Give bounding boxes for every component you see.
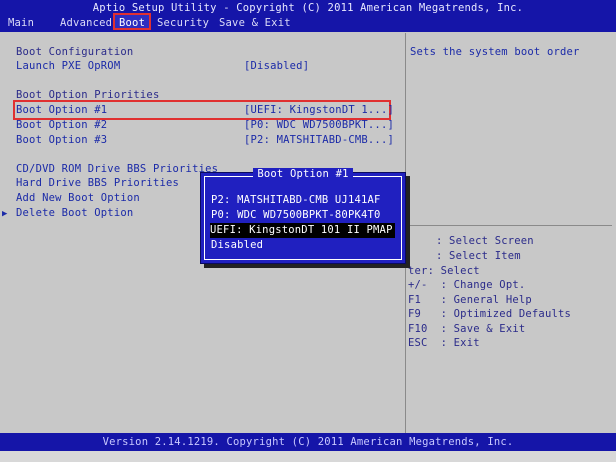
boot-option-2-value[interactable]: [P0: WDC WD7500BPKT...] <box>244 118 394 132</box>
boot-option-2-label[interactable]: Boot Option #2 <box>16 118 107 132</box>
cd-dvd-bbs-priorities[interactable]: CD/DVD ROM Drive BBS Priorities <box>16 162 218 176</box>
tab-advanced[interactable]: Advanced <box>60 16 112 30</box>
help-divider <box>406 225 612 226</box>
popup-option-matshita[interactable]: P2: MATSHITABD-CMB UJ141AF <box>211 193 381 208</box>
key-enter-select: ter: Select <box>408 265 480 277</box>
help-description: Sets the system boot order <box>410 46 580 58</box>
tab-main[interactable]: Main <box>8 16 34 30</box>
boot-option-3-label[interactable]: Boot Option #3 <box>16 133 107 147</box>
add-new-boot-option[interactable]: Add New Boot Option <box>16 191 140 205</box>
popup-option-disabled[interactable]: Disabled <box>211 238 263 253</box>
key-general-help: F1 : General Help <box>408 294 532 306</box>
tab-boot[interactable]: Boot <box>119 16 145 30</box>
utility-title: Aptio Setup Utility - Copyright (C) 2011… <box>92 2 524 14</box>
key-save-exit: F10 : Save & Exit <box>408 323 526 335</box>
delete-boot-option[interactable]: Delete Boot Option <box>16 206 133 220</box>
popup-title-text: Boot Option #1 <box>253 168 353 180</box>
bottom-strip <box>0 451 616 462</box>
boot-option-1-label[interactable]: Boot Option #1 <box>16 103 107 117</box>
launch-pxe-label[interactable]: Launch PXE OpROM <box>16 59 120 73</box>
key-select-item: : Select Item <box>436 250 521 262</box>
popup-frame: Boot Option #1 P2: MATSHITABD-CMB UJ141A… <box>204 168 402 260</box>
key-change-opt: +/- : Change Opt. <box>408 279 526 291</box>
tab-security[interactable]: Security <box>157 16 209 30</box>
top-bar: Aptio Setup Utility - Copyright (C) 2011… <box>0 0 616 32</box>
hard-drive-bbs-priorities[interactable]: Hard Drive BBS Priorities <box>16 176 179 190</box>
boot-configuration-heading: Boot Configuration <box>16 46 134 58</box>
boot-option-3-value[interactable]: [P2: MATSHITABD-CMB...] <box>244 133 394 147</box>
submenu-arrow-icon: ▶ <box>2 209 8 219</box>
popup-title: Boot Option #1 <box>205 168 401 180</box>
key-exit: ESC : Exit <box>408 337 480 349</box>
key-select-screen: : Select Screen <box>436 235 534 247</box>
popup-option-wdc[interactable]: P0: WDC WD7500BPKT-80PK4T0 <box>211 208 381 223</box>
popup-option-kingston[interactable]: UEFI: KingstonDT 101 II PMAP <box>210 223 395 238</box>
tab-save-exit[interactable]: Save & Exit <box>219 16 291 30</box>
help-pane: Sets the system boot order : Select Scre… <box>405 33 612 433</box>
version-footer: Version 2.14.1219. Copyright (C) 2011 Am… <box>0 433 616 451</box>
key-optimized-defaults: F9 : Optimized Defaults <box>408 308 572 320</box>
launch-pxe-value[interactable]: [Disabled] <box>244 59 309 73</box>
boot-option-popup: Boot Option #1 P2: MATSHITABD-CMB UJ141A… <box>200 168 406 264</box>
boot-option-1-value[interactable]: [UEFI: KingstonDT 1...] <box>244 103 394 117</box>
